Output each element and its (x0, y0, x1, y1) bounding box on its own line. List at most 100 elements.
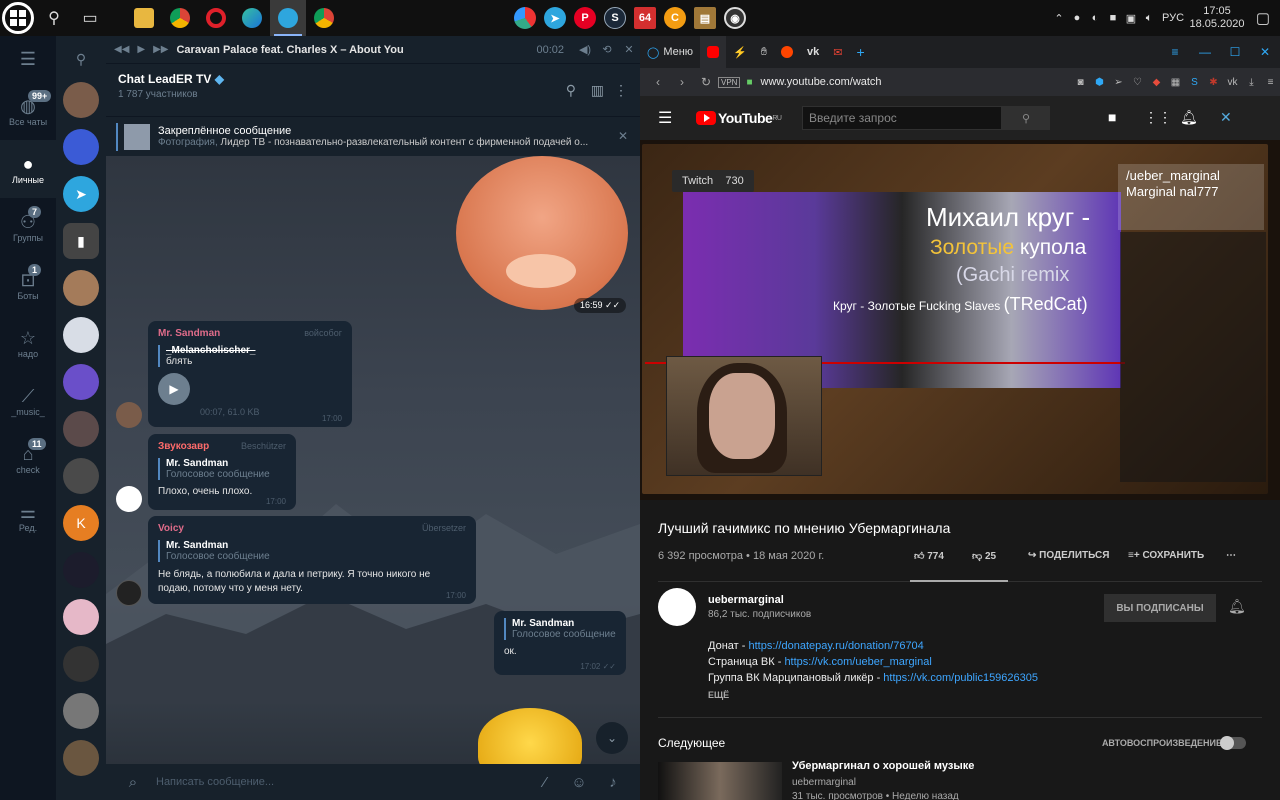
show-more-button[interactable]: ЕЩЁ (708, 690, 729, 700)
folder-edit[interactable]: ⚌ Ред. (0, 488, 56, 546)
reply-quote[interactable]: Mr. Sandman Голосовое сообщение (158, 540, 466, 562)
extension-icon[interactable]: ◆ (1147, 77, 1166, 88)
dislike-button[interactable]: 👎︎ 25 (972, 550, 996, 562)
message[interactable]: Voicy Übersetzer Mr. Sandman Голосовое с… (148, 516, 476, 604)
chat-avatar[interactable] (63, 693, 99, 729)
back-icon[interactable]: ‹ (646, 75, 670, 89)
ccleaner-icon[interactable]: C (660, 0, 690, 36)
search-input[interactable]: Введите запрос (802, 106, 1002, 130)
reply-quote[interactable]: Mr. Sandman Голосовое сообщение (158, 458, 286, 480)
language-indicator[interactable]: РУС (1158, 0, 1188, 36)
network-icon[interactable]: ▣ (1122, 0, 1140, 36)
extension-icon[interactable]: ✱ (1204, 77, 1223, 88)
more-vertical-icon[interactable]: ⋮ (614, 82, 628, 99)
message-input[interactable]: Написать сообщение... (150, 776, 528, 788)
tab-pinned[interactable]: ✋︎ (754, 36, 774, 68)
steam-icon[interactable]: S (600, 0, 630, 36)
save-button[interactable]: ≡+ СОХРАНИТЬ (1128, 550, 1204, 561)
channel-avatar[interactable] (658, 588, 696, 626)
next-video-title[interactable]: Убермаргинал о хорошей музыке (792, 760, 974, 772)
previous-track-icon[interactable]: ◀◀ (114, 44, 129, 55)
autoplay-toggle[interactable] (1220, 736, 1246, 750)
edge-icon[interactable] (234, 0, 270, 36)
tab-pinned[interactable] (774, 36, 800, 68)
sender-avatar[interactable] (116, 486, 142, 512)
tray-app-icon[interactable]: ◐ (1086, 0, 1104, 36)
browser-pin-icon[interactable] (510, 0, 540, 36)
saved-messages-avatar[interactable]: ▮ (63, 223, 99, 259)
message-author[interactable]: Voicy (158, 523, 466, 534)
search-icon[interactable]: ⚲ (56, 36, 106, 82)
sidebar-toggle-icon[interactable]: ▥ (591, 82, 604, 99)
chat-avatar[interactable] (63, 458, 99, 494)
folder-music[interactable]: ⟋ _music_ (0, 372, 56, 430)
tab-pinned[interactable]: ⚡ (726, 36, 754, 68)
attach-icon[interactable]: ⌕ (116, 774, 150, 791)
start-button[interactable] (0, 0, 36, 36)
chat-avatar[interactable] (63, 270, 99, 306)
volume-icon[interactable]: ◀) (574, 43, 596, 56)
chevron-up-icon[interactable]: ⌃ (1050, 0, 1068, 36)
microphone-icon[interactable]: ♪ (596, 774, 630, 791)
chat-avatar[interactable] (63, 364, 99, 400)
track-title[interactable]: Caravan Palace feat. Charles X – About Y… (176, 44, 536, 56)
search-icon[interactable]: ⚲ (566, 82, 576, 99)
sender-avatar[interactable] (116, 580, 142, 606)
notification-icon[interactable]: ▢ (1246, 0, 1280, 36)
scroll-down-button[interactable]: ⌄ (596, 722, 628, 754)
hamburger-menu-icon[interactable]: ☰ (0, 36, 56, 82)
file-explorer-icon[interactable] (126, 0, 162, 36)
reply-quote[interactable]: Mr. Sandman Голосовое сообщение (504, 618, 616, 640)
folder-bots[interactable]: ⊡ 1 Боты (0, 256, 56, 314)
search-icon[interactable]: ⚲ (36, 0, 72, 36)
repeat-icon[interactable]: ⟲ (596, 43, 618, 56)
shield-icon[interactable]: ⬢ (1090, 77, 1109, 88)
chat-avatar[interactable] (63, 646, 99, 682)
chat-header[interactable]: Chat LeadER TV ◆ 1 787 участников ⚲ ▥ ⋮ (106, 64, 640, 116)
close-icon[interactable]: ✕ (1250, 45, 1280, 59)
pinterest-icon[interactable]: P (570, 0, 600, 36)
opera-icon[interactable] (198, 0, 234, 36)
url-field[interactable]: www.youtube.com/watch (761, 76, 1072, 88)
avatar[interactable]: ✕ (1220, 109, 1232, 126)
chat-avatar[interactable] (63, 411, 99, 447)
reply-quote[interactable]: _Melancholischer_ блять (158, 345, 342, 367)
heart-icon[interactable]: ♡ (1128, 77, 1147, 88)
vk-group-link[interactable]: https://vk.com/public159626305 (883, 672, 1038, 684)
emoji-icon[interactable]: ☺ (562, 774, 596, 791)
bot-command-icon[interactable]: ⁄ (528, 774, 562, 791)
next-track-icon[interactable]: ▶▶ (153, 44, 168, 55)
next-video-thumbnail[interactable] (658, 762, 782, 800)
chat-avatar[interactable] (63, 599, 99, 635)
apps-grid-icon[interactable]: ⋮⋮ (1144, 109, 1172, 126)
extension-icon[interactable]: S (1185, 77, 1204, 88)
sticker-yellow-face[interactable] (478, 708, 582, 764)
easy-setup-icon[interactable]: ≡ (1160, 45, 1190, 59)
video-player[interactable]: Twitch 730 Михаил круг - Золотые купола … (640, 140, 1280, 500)
obs-icon[interactable]: ◉ (720, 0, 750, 36)
message-outgoing[interactable]: Mr. Sandman Голосовое сообщение ок. 17:0… (494, 611, 626, 675)
tab-pinned[interactable]: vk (800, 36, 826, 68)
winrar-icon[interactable]: ▤ (690, 0, 720, 36)
chrome-icon[interactable] (162, 0, 198, 36)
play-icon[interactable]: ▶ (137, 44, 145, 55)
vpn-badge[interactable]: VPN (718, 76, 741, 88)
donate-link[interactable]: https://donatepay.ru/donation/76704 (748, 640, 923, 652)
download-icon[interactable]: ⤓ (1242, 77, 1261, 88)
like-button[interactable]: 👍︎ 774 (914, 550, 944, 562)
subscribed-button[interactable]: ВЫ ПОДПИСАНЫ (1104, 594, 1216, 622)
close-icon[interactable]: ✕ (618, 43, 640, 56)
vk-extension-icon[interactable]: vk (1223, 77, 1242, 88)
more-horizontal-icon[interactable]: ⋯ (1226, 550, 1236, 561)
message-voice[interactable]: Mr. Sandman войсобог _Melancholischer_ б… (148, 321, 352, 427)
browser-taskbar-icon[interactable] (306, 0, 342, 36)
task-view-icon[interactable]: ▭ (72, 0, 108, 36)
tab-youtube[interactable] (700, 36, 727, 68)
tray-app-icon[interactable]: ● (1068, 0, 1086, 36)
pinned-message[interactable]: Закреплённое сообщение Фотография, Лидер… (106, 116, 640, 156)
share-button[interactable]: ↪ ПОДЕЛИТЬСЯ (1028, 550, 1109, 561)
folder-all-chats[interactable]: ◍ 99+ Все чаты (0, 82, 56, 140)
folder-check[interactable]: ⌂ 11 check (0, 430, 56, 488)
folder-groups[interactable]: ⚇ 7 Группы (0, 198, 56, 256)
new-tab-button[interactable]: + (850, 36, 872, 68)
